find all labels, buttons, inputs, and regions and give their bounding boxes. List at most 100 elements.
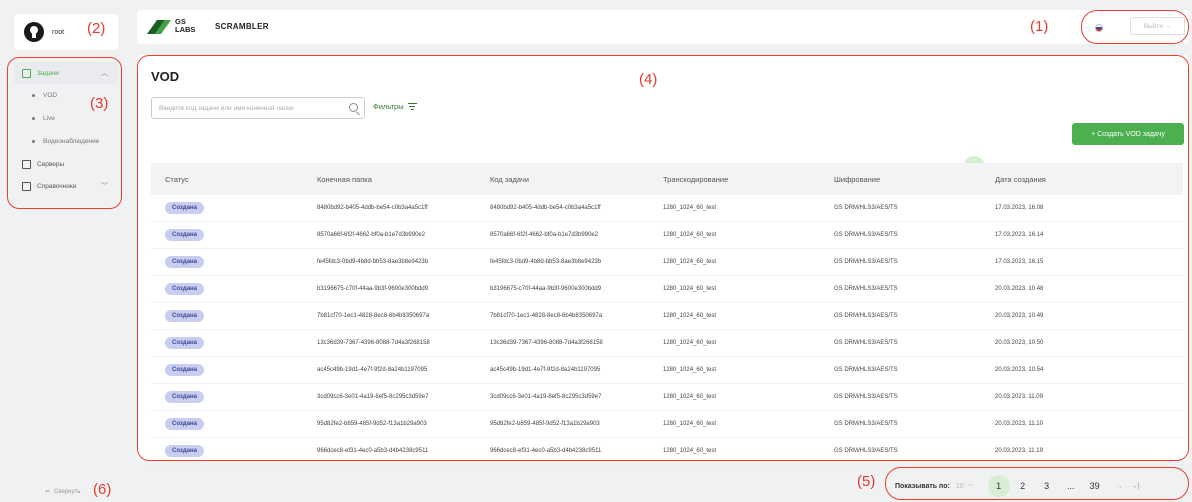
cell-status: Создана bbox=[151, 283, 317, 295]
server-icon bbox=[22, 159, 31, 169]
cell-created: 17.03.2023, 16.15 bbox=[995, 259, 1044, 265]
annotation-3: (3) bbox=[90, 95, 109, 112]
document-icon bbox=[22, 68, 31, 78]
sidebar-item-label: Задачи bbox=[37, 69, 59, 77]
table-row[interactable]: Создана 966dcec8-ef31-4ec0-a5b3-d4b4238c9… bbox=[151, 438, 1183, 465]
cell-folder: 966dcec8-ef31-4ec0-a5b3-d4b4238c9511 bbox=[317, 448, 429, 454]
column-header-status[interactable]: Статус bbox=[151, 175, 317, 184]
cell-created: 20.03.2023, 11.10 bbox=[995, 421, 1043, 427]
sidebar-item-label: Live bbox=[43, 115, 55, 122]
cell-created: 20.03.2023, 11.19 bbox=[995, 448, 1043, 454]
column-header-created[interactable]: Дата создания bbox=[995, 175, 1183, 184]
column-header-task-code[interactable]: Код задачи bbox=[490, 175, 663, 184]
chevron-down-icon[interactable]: ﹀ bbox=[968, 482, 974, 491]
annotation-5: (5) bbox=[857, 473, 876, 490]
cell-transcoding: 1280_1024_60_test bbox=[663, 448, 717, 454]
ru-flag-icon[interactable] bbox=[1095, 24, 1103, 32]
cell-task-code: ac45c49b-19d1-4e7f-9f2d-8a24b1197095 bbox=[490, 367, 601, 373]
table-row[interactable]: Создана ac45c49b-19d1-4e7f-9f2d-8a24b1197… bbox=[151, 357, 1183, 384]
cell-transcoding: 1280_1024_60_test bbox=[663, 421, 717, 427]
status-badge: Создана bbox=[165, 310, 205, 322]
cell-encryption: GS DRM/HLS3/AES/TS bbox=[834, 421, 898, 427]
bullet-icon bbox=[32, 140, 35, 143]
cell-created: 20.03.2023, 11.09 bbox=[995, 394, 1043, 400]
next-page-icon[interactable]: → bbox=[1116, 483, 1123, 490]
page-title: VOD bbox=[151, 69, 180, 84]
cell-task-code: 95d82fe2-b859-485f-9d52-f13a1b29a903 bbox=[490, 421, 600, 427]
cell-task-code: 3cd09cc6-3e01-4a19-8ef5-8c295c3d59e7 bbox=[490, 394, 602, 400]
cell-encryption: GS DRM/HLS3/AES/TS bbox=[834, 448, 898, 454]
status-badge: Создана bbox=[165, 337, 205, 349]
cell-status: Создана bbox=[151, 445, 317, 457]
sidebar-item-label: Справочники bbox=[37, 182, 77, 190]
cell-transcoding: 1280_1024_60_test bbox=[663, 394, 717, 400]
filters-button[interactable]: Фильтры bbox=[373, 102, 417, 111]
cell-encryption: GS DRM/HLS3/AES/TS bbox=[834, 232, 898, 238]
cell-encryption: GS DRM/HLS3/AES/TS bbox=[834, 313, 898, 319]
cell-created: 17.03.2023, 16.08 bbox=[995, 205, 1044, 211]
cell-task-code: 8480bd92-b405-4ddb-be54-c0b3a4a5c1ff bbox=[490, 205, 601, 211]
page-3[interactable]: 3 bbox=[1036, 475, 1058, 497]
cell-status: Создана bbox=[151, 202, 317, 214]
cell-created: 20.03.2023, 10.48 bbox=[995, 286, 1044, 292]
cell-transcoding: 1280_1024_60_test bbox=[663, 259, 717, 265]
sidebar-item-servers[interactable]: Серверы bbox=[14, 153, 118, 175]
column-header-folder[interactable]: Конечная папка bbox=[317, 175, 490, 184]
page-2[interactable]: 2 bbox=[1012, 475, 1034, 497]
page-size-select[interactable]: 10 bbox=[956, 483, 964, 490]
logo-line-2: LABS bbox=[175, 25, 196, 34]
logout-button[interactable]: Выйти → bbox=[1130, 17, 1185, 35]
search-input[interactable]: Введите код задачи или имя конечной папк… bbox=[151, 97, 365, 119]
app-name: SCRAMBLER bbox=[215, 22, 269, 31]
cell-task-code: b3196675-c70f-44aa-9b3f-9600e300bdd9 bbox=[490, 286, 602, 292]
cell-task-code: 8570a66f-6f2f-4662-bf0a-b1e7d3b990e2 bbox=[490, 232, 599, 238]
sidebar-item-references[interactable]: Справочники ﹀ bbox=[14, 175, 118, 197]
cell-task-code: 13c36d39-7367-4396-8088-7d4a3f268158 bbox=[490, 340, 603, 346]
status-badge: Создана bbox=[165, 418, 205, 430]
status-badge: Создана bbox=[165, 202, 205, 214]
filters-label: Фильтры bbox=[373, 102, 404, 111]
table-row[interactable]: Создана fe45fdc3-0bd9-4b8d-bb53-8ae3b8e94… bbox=[151, 249, 1183, 276]
cell-transcoding: 1280_1024_60_test bbox=[663, 313, 717, 319]
status-badge: Создана bbox=[165, 445, 205, 457]
catalog-icon bbox=[22, 181, 31, 191]
sidebar-item-tasks[interactable]: Задачи ︿ bbox=[14, 62, 118, 84]
collapse-button[interactable]: ⇐ Свернуть bbox=[45, 488, 80, 496]
chevron-down-icon: ﹀ bbox=[101, 183, 108, 190]
column-header-encryption[interactable]: Шифрование bbox=[834, 175, 995, 184]
annotation-2: (2) bbox=[87, 20, 106, 37]
table-row[interactable]: Создана 8480bd92-b405-4ddb-be54-c0b3a4a5c… bbox=[151, 195, 1183, 222]
cell-task-code: 7b81cf70-1ec1-4828-8ec8-6b4b8350697a bbox=[490, 313, 603, 319]
sidebar-item-label: VOD bbox=[43, 92, 58, 99]
table-row[interactable]: Создана 7b81cf70-1ec1-4828-8ec8-6b4b83506… bbox=[151, 303, 1183, 330]
cell-task-code: 966dcec8-ef31-4ec0-a5b3-d4b4238c9511 bbox=[490, 448, 602, 454]
cell-folder: 95d82fe2-b859-485f-9d52-f13a1b29a903 bbox=[317, 421, 427, 427]
page-ellipsis: ... bbox=[1066, 481, 1075, 491]
column-header-transcoding[interactable]: Транскодирование bbox=[663, 175, 834, 184]
page-1[interactable]: 1 bbox=[987, 475, 1010, 497]
table-row[interactable]: Создана 3cd09cc6-3e01-4a19-8ef5-8c295c3d5… bbox=[151, 384, 1183, 411]
cell-created: 20.03.2023, 10.49 bbox=[995, 313, 1044, 319]
cell-status: Создана bbox=[151, 337, 317, 349]
status-badge: Создана bbox=[165, 229, 205, 241]
search-icon[interactable] bbox=[349, 103, 358, 112]
cell-folder: 8570a66f-6f2f-4662-bf0a-b1e7d3b990e2 bbox=[317, 232, 426, 238]
table-row[interactable]: Создана 13c36d39-7367-4396-8088-7d4a3f268… bbox=[151, 330, 1183, 357]
status-badge: Создана bbox=[165, 283, 205, 295]
cell-encryption: GS DRM/HLS3/AES/TS bbox=[834, 286, 898, 292]
create-vod-task-button[interactable]: + Создать VOD задачу bbox=[1072, 123, 1184, 145]
cell-transcoding: 1280_1024_60_test bbox=[663, 232, 717, 238]
table-row[interactable]: Создана b3196675-c70f-44aa-9b3f-9600e300b… bbox=[151, 276, 1183, 303]
table-row[interactable]: Создана 95d82fe2-b859-485f-9d52-f13a1b29a… bbox=[151, 411, 1183, 438]
status-badge: Создана bbox=[165, 256, 205, 268]
cell-transcoding: 1280_1024_60_test bbox=[663, 286, 717, 292]
table-header: Статус Конечная папка Код задачи Транско… bbox=[151, 163, 1183, 195]
sidebar-item-surveillance[interactable]: Видеонаблюдение bbox=[14, 130, 118, 153]
table-body: Создана 8480bd92-b405-4ddb-be54-c0b3a4a5c… bbox=[151, 195, 1183, 465]
page-39[interactable]: 39 bbox=[1084, 475, 1106, 497]
table-row[interactable]: Создана 8570a66f-6f2f-4662-bf0a-b1e7d3b99… bbox=[151, 222, 1183, 249]
annotation-4: (4) bbox=[639, 71, 658, 88]
sidebar-menu: Задачи ︿ VOD Live Видеонаблюдение Сервер… bbox=[14, 62, 118, 197]
last-page-icon[interactable]: →| bbox=[1131, 483, 1140, 490]
sidebar-item-label: Серверы bbox=[37, 160, 65, 168]
